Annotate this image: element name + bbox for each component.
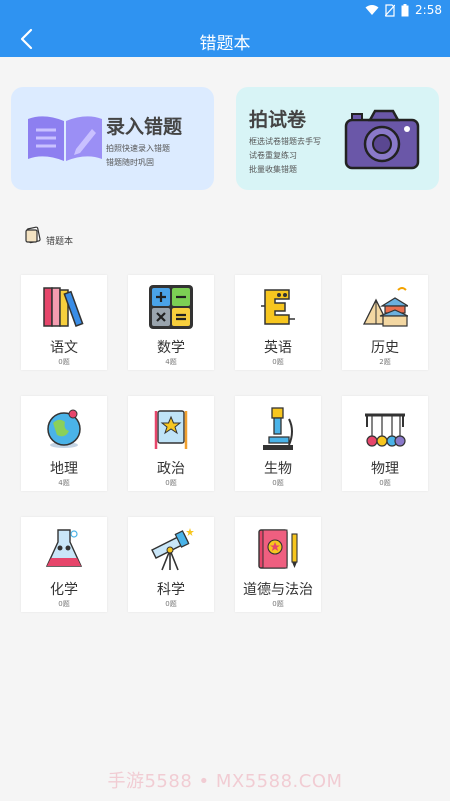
no-sim-icon	[385, 3, 396, 17]
photo-paper-card[interactable]: 拍试卷 框选试卷错题去手写 试卷重复练习 批量收集错题	[236, 87, 439, 190]
photo-card-desc-2: 试卷重复练习	[249, 151, 297, 160]
subject-count: 0题	[165, 600, 177, 608]
subject-count: 4题	[58, 479, 70, 487]
record-card-desc-1: 拍照快速录入错题	[106, 144, 170, 153]
flask-icon	[45, 529, 83, 567]
subject-card-physics[interactable]: 物理 0题	[342, 396, 428, 491]
newtons-cradle-icon	[365, 413, 406, 447]
subject-name: 英语	[264, 340, 292, 356]
subject-count: 0题	[165, 479, 177, 487]
flag-icon	[154, 410, 188, 449]
section-label: 错题本	[46, 236, 74, 247]
photo-card-desc-3: 批量收集错题	[249, 165, 297, 174]
subject-name: 数学	[157, 340, 185, 356]
subject-card-ethics-law[interactable]: 道德与法治 0题	[235, 517, 321, 612]
subject-name: 生物	[264, 461, 292, 477]
subject-name: 道德与法治	[243, 582, 313, 598]
subject-card-chemistry[interactable]: 化学 0题	[21, 517, 107, 612]
subject-count: 0题	[272, 479, 284, 487]
subject-card-geography[interactable]: 地理 4题	[21, 396, 107, 491]
subject-name: 科学	[157, 582, 185, 598]
telescope-icon	[151, 528, 194, 571]
microscope-icon	[263, 407, 293, 450]
subject-card-biology[interactable]: 生物 0题	[235, 396, 321, 491]
subject-count: 4题	[165, 358, 177, 366]
law-book-icon	[258, 529, 298, 569]
subject-count: 0题	[379, 479, 391, 487]
subject-name: 历史	[371, 340, 399, 356]
notebook-icon	[25, 226, 41, 244]
subject-count: 0题	[272, 600, 284, 608]
record-mistake-card[interactable]: 录入错题 拍照快速录入错题 错题随时巩固	[11, 87, 214, 190]
subject-card-politics[interactable]: 政治 0题	[128, 396, 214, 491]
subject-card-english[interactable]: 英语 0题	[235, 275, 321, 370]
subject-name: 地理	[50, 461, 78, 477]
photo-card-title: 拍试卷	[249, 109, 307, 131]
page-title: 错题本	[199, 34, 251, 54]
photo-card-desc-1: 框选试卷错题去手写	[249, 137, 321, 146]
subject-name: 语文	[50, 340, 78, 356]
status-time: 2:58	[415, 3, 442, 17]
camera-icon	[344, 109, 420, 170]
calculator-icon	[149, 285, 193, 329]
wifi-icon	[365, 5, 379, 15]
subject-name: 物理	[371, 461, 399, 477]
battery-icon	[401, 3, 409, 16]
status-bar: 2:58	[0, 0, 450, 22]
record-card-title: 录入错题	[106, 116, 183, 138]
app-bar: 错题本	[0, 22, 450, 57]
globe-icon	[47, 409, 81, 448]
subject-name: 化学	[50, 582, 78, 598]
subject-count: 0题	[58, 600, 70, 608]
temple-icon	[362, 287, 408, 327]
subject-card-chinese[interactable]: 语文 0题	[21, 275, 107, 370]
record-card-desc-2: 错题随时巩固	[106, 158, 154, 167]
subject-count: 2题	[379, 358, 391, 366]
notebook-section-header: 错题本	[24, 226, 74, 247]
status-icons: 2:58	[365, 3, 442, 17]
watermark: 手游5588 • MX5588.COM	[107, 771, 343, 792]
book-pen-icon	[28, 116, 102, 161]
subject-name: 政治	[157, 461, 185, 477]
subject-card-science[interactable]: 科学 0题	[128, 517, 214, 612]
letter-e-icon	[261, 289, 295, 325]
subject-card-history[interactable]: 历史 2题	[342, 275, 428, 370]
subject-count: 0题	[272, 358, 284, 366]
subject-count: 0题	[58, 358, 70, 366]
books-icon	[43, 287, 84, 327]
subject-card-math[interactable]: 数学 4题	[128, 275, 214, 370]
